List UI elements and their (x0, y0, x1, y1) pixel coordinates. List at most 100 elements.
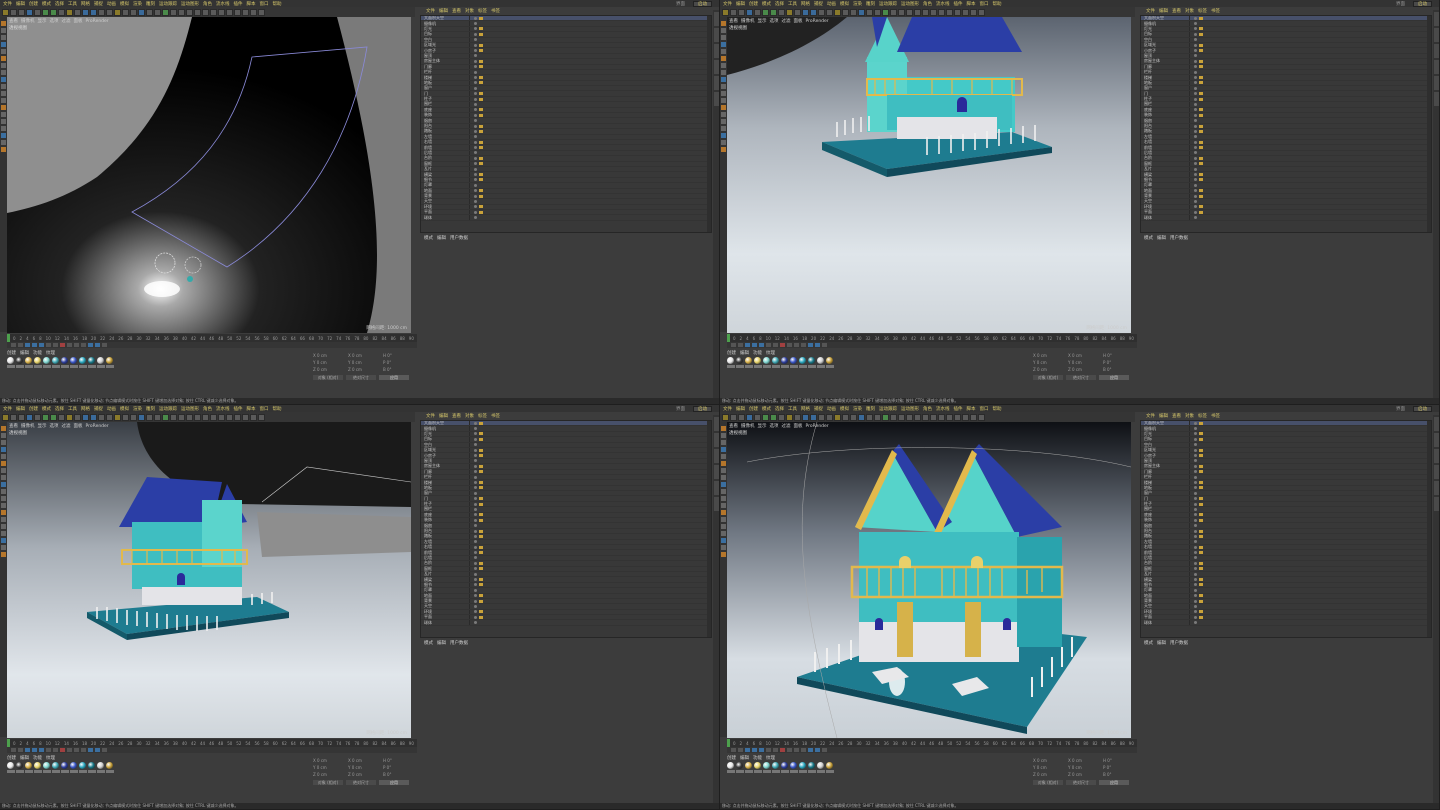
mode-button[interactable] (721, 454, 726, 459)
tag-icon[interactable] (479, 124, 483, 128)
visibility-dot-icon[interactable] (474, 475, 477, 479)
visibility-dot-icon[interactable] (1194, 497, 1197, 501)
apply-button[interactable]: 应用 (379, 780, 409, 785)
side-tab[interactable] (714, 28, 719, 42)
visibility-dot-icon[interactable] (474, 119, 477, 123)
visibility-dot-icon[interactable] (1194, 140, 1197, 144)
visibility-dot-icon[interactable] (1194, 421, 1197, 425)
viewport-menu-item[interactable]: 过滤 (782, 18, 791, 24)
toolbar-button[interactable] (738, 8, 745, 16)
mode-button[interactable] (721, 119, 726, 124)
visibility-dot-icon[interactable] (474, 146, 477, 150)
visibility-dot-icon[interactable] (1194, 524, 1197, 528)
object-manager-menu-item[interactable]: 文件 (426, 413, 435, 419)
visibility-dot-icon[interactable] (474, 567, 477, 571)
mode-button[interactable] (721, 461, 726, 466)
visibility-dot-icon[interactable] (474, 556, 477, 560)
mode-button[interactable] (1, 538, 6, 543)
toolbar-button[interactable] (770, 8, 777, 16)
toolbar-button[interactable] (754, 413, 761, 421)
visibility-dot-icon[interactable] (1194, 610, 1197, 614)
tag-icon[interactable] (479, 529, 483, 533)
menu-item[interactable]: 模拟 (120, 1, 129, 7)
tag-icon[interactable] (1199, 583, 1203, 587)
visibility-dot-icon[interactable] (474, 16, 477, 20)
tag-icon[interactable] (1199, 610, 1203, 614)
visibility-dot-icon[interactable] (474, 81, 477, 85)
toolbar-button[interactable] (162, 413, 169, 421)
visibility-dot-icon[interactable] (1194, 108, 1197, 112)
menu-item[interactable]: 选择 (55, 406, 64, 412)
material-swatch[interactable] (16, 762, 24, 773)
tag-icon[interactable] (479, 92, 483, 96)
visibility-dot-icon[interactable] (1194, 470, 1197, 474)
playback-button[interactable] (81, 343, 86, 347)
toolbar-button[interactable] (114, 8, 121, 16)
visibility-dot-icon[interactable] (474, 621, 477, 625)
toolbar-button[interactable] (874, 8, 881, 16)
playback-button[interactable] (25, 343, 30, 347)
toolbar-button[interactable] (50, 8, 57, 16)
mode-button[interactable] (1, 84, 6, 89)
material-tab[interactable]: 编辑 (20, 350, 29, 356)
mode-button[interactable] (1, 489, 6, 494)
side-tab[interactable] (1434, 12, 1439, 26)
playback-button[interactable] (39, 343, 44, 347)
mode-button[interactable] (721, 133, 726, 138)
toolbar-button[interactable] (18, 413, 25, 421)
visibility-dot-icon[interactable] (474, 113, 477, 117)
playback-button[interactable] (780, 748, 785, 752)
visibility-dot-icon[interactable] (1194, 507, 1197, 511)
mode-button[interactable] (1, 126, 6, 131)
viewport-menu-item[interactable]: 面板 (74, 18, 83, 24)
playback-button[interactable] (815, 748, 820, 752)
viewport-menu-item[interactable]: ProRender (86, 19, 109, 24)
menu-item[interactable]: 模式 (42, 1, 51, 7)
viewport-menu-item[interactable]: 摄像机 (21, 423, 35, 429)
coord-field[interactable]: Z 0 cm (1068, 772, 1100, 777)
visibility-dot-icon[interactable] (474, 480, 477, 484)
playback-button[interactable] (74, 748, 79, 752)
toolbar-button[interactable] (42, 8, 49, 16)
playback-button[interactable] (752, 748, 757, 752)
side-tab[interactable] (1434, 417, 1439, 431)
toolbar-button[interactable] (2, 8, 9, 16)
menu-item[interactable]: 文件 (723, 406, 732, 412)
tag-icon[interactable] (1199, 567, 1203, 571)
mode-button[interactable] (1, 447, 6, 452)
object-manager-menu-item[interactable]: 文件 (426, 8, 435, 14)
timeline[interactable]: 0 2 4 6 8 10 12 14 16 18 20 22 24 26 28 30 32 34 36 38 40 42 4… (727, 334, 1137, 342)
toolbar-button[interactable] (242, 413, 249, 421)
toolbar-button[interactable] (794, 8, 801, 16)
coord-field[interactable]: Y 0 cm (1033, 360, 1065, 365)
visibility-dot-icon[interactable] (1194, 183, 1197, 187)
mode-button[interactable] (721, 468, 726, 473)
toolbar-button[interactable] (250, 8, 257, 16)
playback-button[interactable] (81, 748, 86, 752)
layout-select[interactable]: 启动 (693, 405, 712, 412)
visibility-dot-icon[interactable] (1194, 475, 1197, 479)
menu-item[interactable]: 工具 (788, 1, 797, 7)
visibility-dot-icon[interactable] (1194, 545, 1197, 549)
playback-button[interactable] (801, 748, 806, 752)
visibility-dot-icon[interactable] (1194, 556, 1197, 560)
coord-field[interactable]: X 0 cm (313, 353, 345, 358)
object-manager-menu-item[interactable]: 查看 (1172, 413, 1181, 419)
toolbar-button[interactable] (962, 8, 969, 16)
side-tab[interactable] (714, 433, 719, 447)
menu-item[interactable]: 雕刻 (146, 1, 155, 7)
menu-item[interactable]: 脚本 (967, 406, 976, 412)
attribute-menu-item[interactable]: 用户数据 (450, 640, 468, 646)
tag-icon[interactable] (479, 534, 483, 538)
menu-item[interactable]: 窗口 (260, 406, 269, 412)
visibility-dot-icon[interactable] (1194, 124, 1197, 128)
visibility-dot-icon[interactable] (474, 486, 477, 490)
tag-icon[interactable] (479, 502, 483, 506)
visibility-dot-icon[interactable] (1194, 588, 1197, 592)
object-row[interactable]: 球体 (1141, 620, 1431, 626)
coord-mode-select[interactable]: 对象 (相对) (313, 780, 343, 785)
menu-item[interactable]: 运动跟踪 (879, 1, 897, 7)
toolbar-button[interactable] (130, 413, 137, 421)
toolbar-button[interactable] (970, 8, 977, 16)
visibility-dot-icon[interactable] (1194, 199, 1197, 203)
